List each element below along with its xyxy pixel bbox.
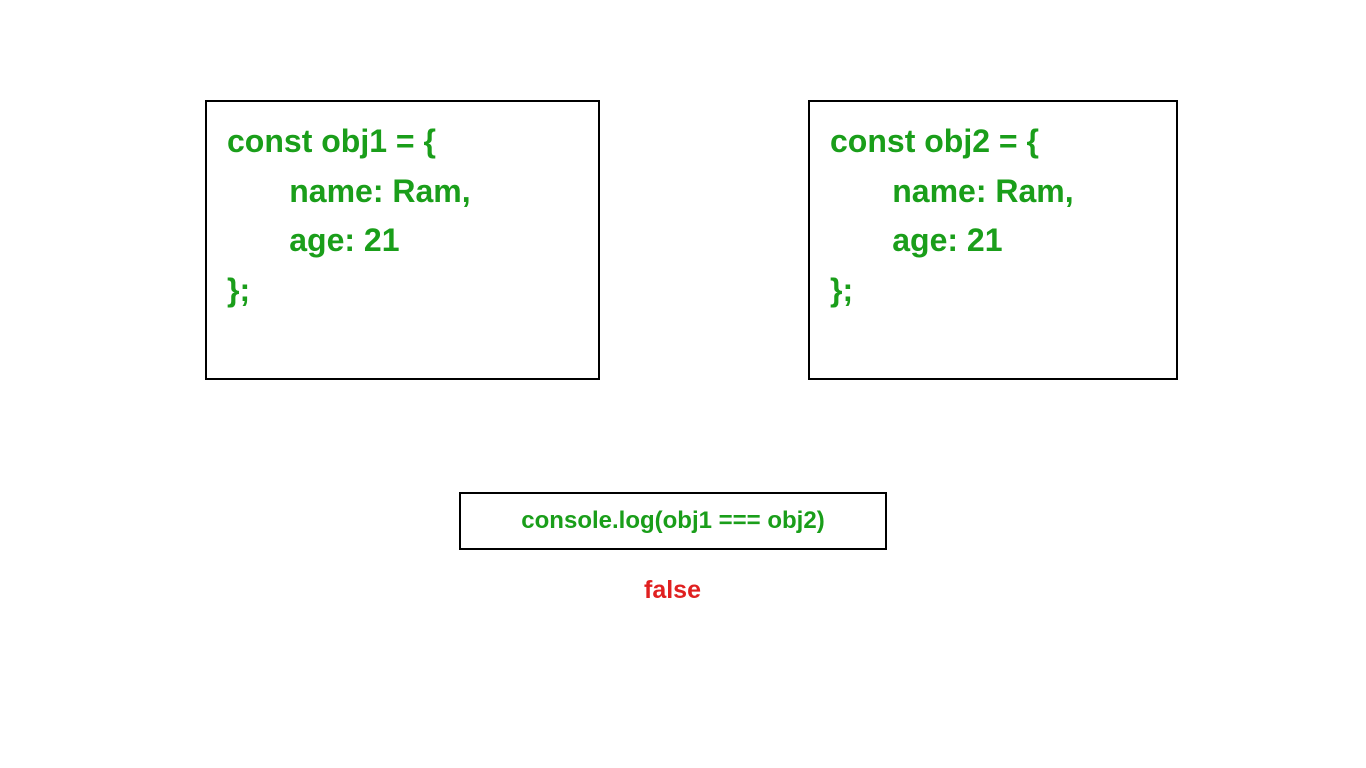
code-obj1: const obj1 = { name: Ram, age: 21 };: [227, 117, 578, 315]
diagram-container: const obj1 = { name: Ram, age: 21 }; con…: [0, 0, 1366, 768]
code-box-obj1: const obj1 = { name: Ram, age: 21 };: [205, 100, 600, 380]
code-obj2: const obj2 = { name: Ram, age: 21 };: [830, 117, 1156, 315]
command-box: console.log(obj1 === obj2): [459, 492, 887, 550]
command-text: console.log(obj1 === obj2): [521, 507, 824, 535]
code-box-obj2: const obj2 = { name: Ram, age: 21 };: [808, 100, 1178, 380]
result-output: false: [644, 576, 701, 605]
